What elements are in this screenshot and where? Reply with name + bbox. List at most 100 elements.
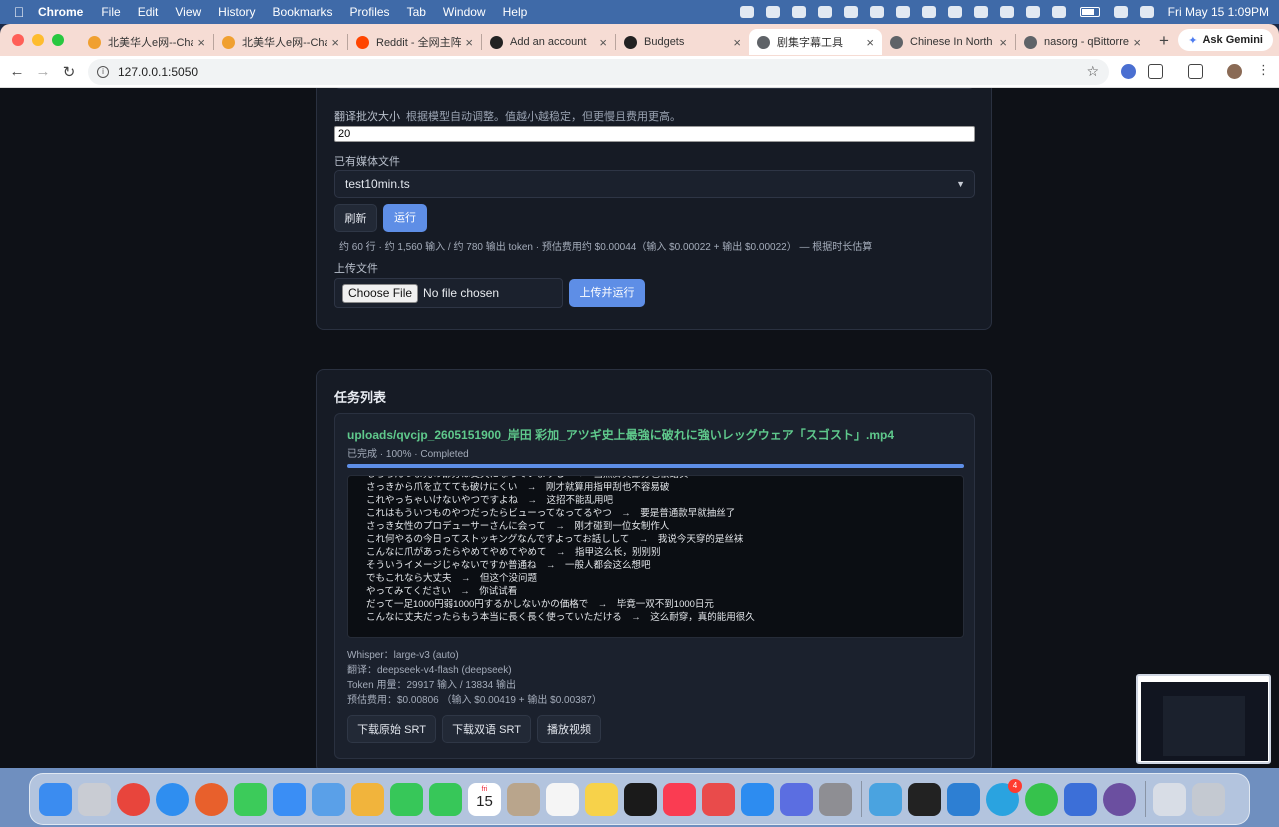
dock-safari-icon[interactable]	[156, 782, 189, 816]
download-bilingual-srt-button[interactable]: 下载双语 SRT	[442, 715, 531, 743]
dock-simulator-icon[interactable]	[780, 782, 813, 816]
dock-phone-icon[interactable]	[429, 782, 462, 816]
extension-vpn-icon[interactable]	[1121, 64, 1136, 79]
bookmark-star-icon[interactable]: ☆	[1086, 63, 1099, 80]
dock-mail-icon[interactable]	[273, 782, 306, 816]
circle-status-icon[interactable]	[843, 6, 858, 18]
dock-reminders-icon[interactable]	[546, 782, 579, 816]
dock-firefox-icon[interactable]	[195, 782, 228, 816]
menu-window[interactable]: Window	[443, 5, 486, 19]
menu-help[interactable]: Help	[503, 5, 528, 19]
vpn-status-icon[interactable]	[869, 6, 884, 18]
close-window-button[interactable]	[12, 34, 24, 46]
refresh-button[interactable]: 刷新	[334, 204, 377, 232]
dock-preview-icon[interactable]	[869, 782, 902, 816]
dock-telegram-icon[interactable]: 4	[986, 778, 1022, 816]
tab-close-icon[interactable]: ×	[866, 35, 874, 50]
menu-view[interactable]: View	[175, 5, 201, 19]
file-upload-input[interactable]: Choose File No file chosen	[334, 278, 563, 308]
forward-arrow-icon[interactable]: →	[30, 63, 56, 80]
control-center-icon[interactable]	[1139, 6, 1154, 18]
dock-music-icon[interactable]	[663, 782, 696, 816]
menu-profiles[interactable]: Profiles	[350, 5, 390, 19]
dock-maps-icon[interactable]	[312, 782, 345, 816]
zoom-window-button[interactable]	[52, 34, 64, 46]
menubar-clock[interactable]: Fri May 15 1:09PM	[1168, 5, 1269, 19]
task-log-panel[interactable]: もちろんつま先の部分は丈夫になっていますし → 当然脚尖部分也很结实さっきから爪…	[347, 475, 964, 638]
dock-trash-icon[interactable]	[1192, 782, 1225, 816]
browser-tab[interactable]: 北美华人e网--Chat ×	[80, 29, 213, 55]
dock-messages-icon[interactable]	[234, 782, 267, 816]
dock-rocket-icon[interactable]	[702, 782, 735, 816]
dock-contacts-icon[interactable]	[507, 782, 540, 816]
sync-status-icon[interactable]	[765, 6, 780, 18]
ask-gemini-button[interactable]: ✦ Ask Gemini	[1178, 29, 1273, 51]
chrome-menu-icon[interactable]: ⋮	[1257, 62, 1270, 77]
wifi-icon[interactable]	[1051, 6, 1066, 18]
wechat-status-icon[interactable]	[739, 6, 754, 18]
dock-vscode-icon[interactable]	[947, 782, 980, 816]
dock-terminal-icon[interactable]	[908, 782, 941, 816]
new-tab-button[interactable]: +	[1159, 31, 1169, 51]
menu-history[interactable]: History	[218, 5, 255, 19]
dock-app-store-icon[interactable]	[741, 782, 774, 816]
tab-close-icon[interactable]: ×	[197, 35, 205, 50]
address-url[interactable]: 127.0.0.1:5050	[118, 65, 198, 79]
tab-close-icon[interactable]: ×	[465, 35, 473, 50]
menu-edit[interactable]: Edit	[138, 5, 159, 19]
dock-tv-icon[interactable]	[624, 782, 657, 816]
dock-photos-icon[interactable]	[351, 782, 384, 816]
tab-close-icon[interactable]: ×	[999, 35, 1007, 50]
menu-file[interactable]: File	[101, 5, 120, 19]
browser-tab[interactable]: Budgets ×	[616, 29, 749, 55]
browser-tab[interactable]: 北美华人e网--Chat ×	[214, 29, 347, 55]
play-status-icon[interactable]	[973, 6, 988, 18]
browser-tab[interactable]: Chinese In North A ×	[882, 29, 1015, 55]
browser-tab[interactable]: Add an account ×	[482, 29, 615, 55]
keyboard-status-icon[interactable]	[947, 6, 962, 18]
dock-finder-icon[interactable]	[39, 782, 72, 816]
dock-downloads-icon[interactable]	[1153, 782, 1186, 816]
tab-close-icon[interactable]: ×	[599, 35, 607, 50]
upload-and-run-button[interactable]: 上传并运行	[569, 279, 645, 307]
profile-avatar[interactable]	[1227, 64, 1242, 79]
dock-media-player-icon[interactable]	[1103, 782, 1136, 816]
address-bar[interactable]: i 127.0.0.1:5050 ☆	[88, 59, 1109, 85]
dock-chrome-icon[interactable]	[117, 782, 150, 816]
run-button[interactable]: 运行	[383, 204, 427, 232]
dock-calendar-icon[interactable]: fri 15	[468, 782, 501, 816]
browser-tab[interactable]: 剧集字幕工具 ×	[749, 29, 882, 55]
screenshot-preview-thumbnail[interactable]	[1136, 674, 1271, 764]
menu-bookmarks[interactable]: Bookmarks	[273, 5, 333, 19]
tab-close-icon[interactable]: ×	[331, 35, 339, 50]
batch-size-input[interactable]: 20	[334, 126, 975, 142]
tools-status-icon[interactable]	[895, 6, 910, 18]
menu-app-name[interactable]: Chrome	[38, 5, 83, 19]
tab-close-icon[interactable]: ×	[733, 35, 741, 50]
reload-icon[interactable]: ↻	[56, 63, 82, 81]
browser-tab[interactable]: Reddit - 全网主阵地×	[348, 29, 481, 55]
apple-icon[interactable]: 	[0, 4, 38, 20]
dock-launchpad-icon[interactable]	[78, 782, 111, 816]
choose-file-button[interactable]: Choose File	[342, 283, 419, 303]
dock-facetime-icon[interactable]	[390, 782, 423, 816]
download-original-srt-button[interactable]: 下载原始 SRT	[347, 715, 436, 743]
media-file-select[interactable]: test10min.ts ▼	[334, 170, 975, 198]
browser-tab[interactable]: nasorg - qBittorren ×	[1016, 29, 1149, 55]
spotlight-search-icon[interactable]	[1113, 6, 1128, 18]
input-method-icon[interactable]	[1025, 6, 1040, 18]
menu-tab[interactable]: Tab	[407, 5, 426, 19]
site-info-icon[interactable]: i	[97, 66, 109, 78]
tab-close-icon[interactable]: ×	[1133, 35, 1141, 50]
extensions-puzzle-icon[interactable]	[1148, 64, 1163, 79]
display-status-icon[interactable]	[999, 6, 1014, 18]
search-status-icon[interactable]	[921, 6, 936, 18]
dock-wechat-icon[interactable]	[1025, 782, 1058, 816]
minimize-window-button[interactable]	[32, 34, 44, 46]
dock-system-settings-icon[interactable]	[819, 782, 852, 816]
back-arrow-icon[interactable]: ←	[4, 63, 30, 80]
dock-db-client-icon[interactable]	[1064, 782, 1097, 816]
sparkle-status-icon[interactable]	[791, 6, 806, 18]
play-video-button[interactable]: 播放视频	[537, 715, 601, 743]
battery-icon[interactable]	[1079, 7, 1100, 17]
